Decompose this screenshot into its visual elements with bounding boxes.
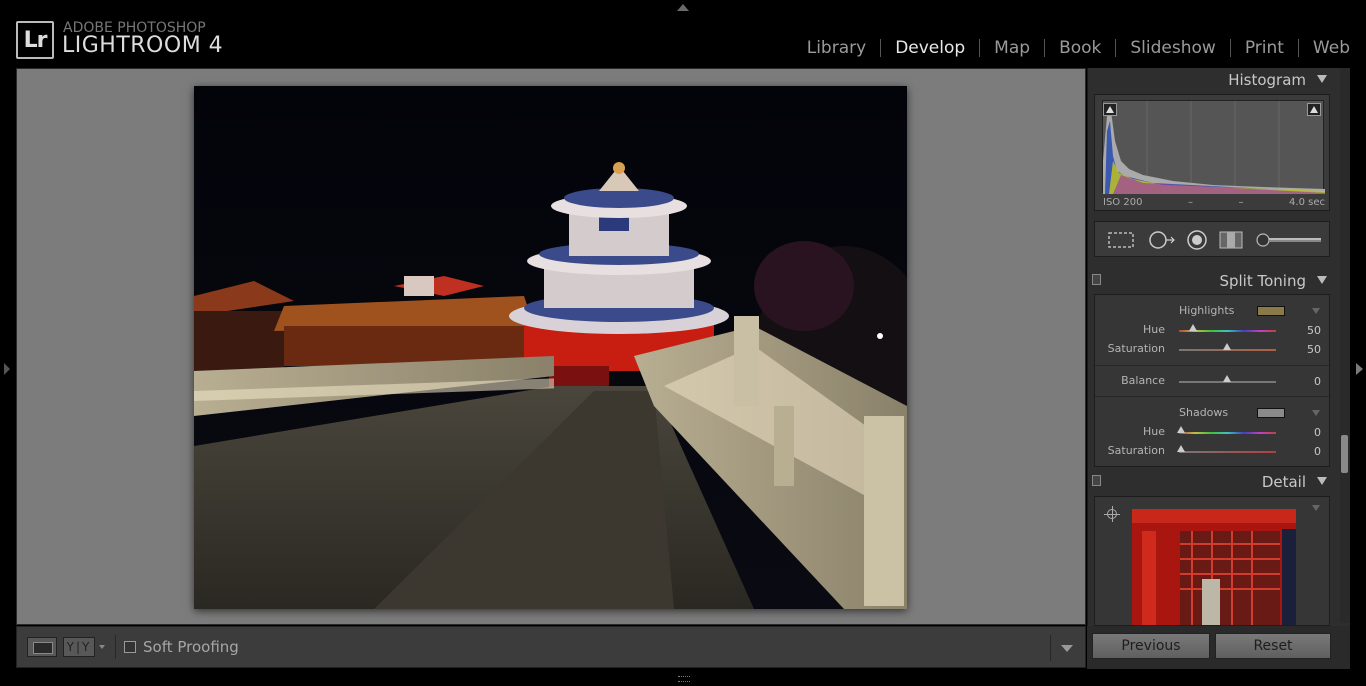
balance-slider[interactable] [1179, 375, 1276, 383]
toolbar-divider [1050, 635, 1051, 661]
histogram-chart [1103, 101, 1325, 194]
toolbar-content-dropdown-icon[interactable] [1061, 645, 1073, 652]
toolbar-divider [115, 635, 116, 659]
balance-value[interactable]: 0 [1293, 375, 1321, 388]
shadows-saturation-label: Saturation [1107, 444, 1165, 457]
aperture-value: – [1238, 197, 1244, 208]
adjustment-brush-icon[interactable] [1255, 230, 1325, 250]
detail-panel [1094, 496, 1330, 626]
histogram-panel: ISO 200 – – 4.0 sec [1094, 94, 1330, 211]
highlights-hue-label: Hue [1142, 323, 1165, 336]
iso-value: ISO 200 [1103, 197, 1143, 208]
highlights-saturation-label: Saturation [1107, 342, 1165, 355]
spot-removal-icon[interactable] [1147, 230, 1177, 250]
highlights-label: Highlights [1179, 304, 1235, 317]
scrollbar-thumb[interactable] [1341, 435, 1348, 473]
shadows-label: Shadows [1179, 406, 1229, 419]
focal-length-value: – [1187, 197, 1193, 208]
top-panel-toggle-icon[interactable] [677, 4, 689, 11]
right-panel: Histogram ISO 200 – – 4.0 sec Split Toni… [1087, 68, 1350, 669]
module-slideshow[interactable]: Slideshow [1116, 38, 1229, 58]
graduated-filter-icon[interactable] [1217, 230, 1245, 250]
panel-switch-icon[interactable] [1092, 475, 1101, 486]
module-library[interactable]: Library [793, 38, 880, 58]
slider-thumb[interactable] [1177, 426, 1185, 433]
highlights-picker-triangle-icon[interactable] [1312, 308, 1320, 314]
before-after-dropdown-icon[interactable] [99, 645, 105, 649]
collapse-triangle-icon[interactable] [1317, 477, 1327, 485]
filmstrip-toggle-icon[interactable] [678, 676, 690, 682]
highlights-hue-value[interactable]: 50 [1293, 324, 1321, 337]
detail-preview-picture [1132, 509, 1296, 625]
detail-preview-image[interactable] [1132, 509, 1296, 625]
highlights-saturation-value[interactable]: 50 [1293, 343, 1321, 356]
detail-preview-triangle-icon[interactable] [1312, 505, 1320, 511]
photo-image [194, 86, 907, 609]
collapse-triangle-icon[interactable] [1317, 276, 1327, 284]
module-develop[interactable]: Develop [881, 38, 979, 58]
module-web[interactable]: Web [1299, 38, 1350, 58]
shadows-saturation-value[interactable]: 0 [1293, 445, 1321, 458]
split-toning-panel: Highlights Hue 50 Saturation 50 Balance … [1094, 294, 1331, 467]
module-picker: Library Develop Map Book Slideshow Print… [793, 38, 1350, 58]
soft-proofing-checkbox[interactable] [124, 641, 136, 653]
left-panel-toggle-icon[interactable] [4, 363, 10, 375]
histogram-graph[interactable] [1102, 100, 1325, 194]
detail-header[interactable]: Detail [1088, 470, 1334, 494]
right-panel-scrollbar[interactable] [1340, 68, 1350, 623]
target-adjustment-icon[interactable] [1104, 506, 1120, 522]
balance-label: Balance [1121, 374, 1165, 387]
module-map[interactable]: Map [980, 38, 1044, 58]
shadows-hue-value[interactable]: 0 [1293, 426, 1321, 439]
shadows-color-swatch[interactable] [1257, 408, 1285, 418]
lightroom-logo: Lr [16, 21, 54, 59]
panel-switch-icon[interactable] [1092, 274, 1101, 285]
section-divider [1095, 365, 1331, 366]
panel-button-bar: Previous Reset [1087, 626, 1350, 669]
previous-button[interactable]: Previous [1092, 633, 1210, 659]
histogram-info: ISO 200 – – 4.0 sec [1103, 197, 1325, 208]
develop-tool-strip [1094, 221, 1330, 257]
reset-button[interactable]: Reset [1215, 633, 1331, 659]
photo-preview[interactable] [194, 86, 907, 609]
soft-proofing-label: Soft Proofing [143, 638, 239, 656]
split-toning-title: Split Toning [1219, 272, 1306, 290]
loupe-view-button[interactable] [27, 637, 57, 657]
shadow-clipping-toggle-icon[interactable] [1103, 103, 1117, 116]
slider-thumb[interactable] [1189, 324, 1197, 331]
right-panel-toggle-icon[interactable] [1356, 363, 1363, 375]
highlights-color-swatch[interactable] [1257, 306, 1285, 316]
shadows-hue-label: Hue [1142, 425, 1165, 438]
crop-overlay-icon[interactable] [1107, 230, 1135, 250]
red-eye-icon[interactable] [1185, 230, 1209, 250]
module-print[interactable]: Print [1231, 38, 1298, 58]
slider-thumb[interactable] [1223, 375, 1231, 382]
before-after-view-button[interactable]: Y|Y [63, 637, 95, 657]
shadows-hue-slider[interactable] [1177, 426, 1276, 434]
shutter-speed-value: 4.0 sec [1289, 197, 1325, 208]
highlights-saturation-slider[interactable] [1179, 343, 1276, 351]
detail-title: Detail [1261, 473, 1306, 491]
module-book[interactable]: Book [1045, 38, 1115, 58]
highlights-hue-slider[interactable] [1179, 324, 1276, 332]
highlight-clipping-toggle-icon[interactable] [1307, 103, 1321, 116]
shadows-picker-triangle-icon[interactable] [1312, 410, 1320, 416]
collapse-triangle-icon[interactable] [1317, 75, 1327, 83]
histogram-title: Histogram [1228, 71, 1306, 89]
histogram-header[interactable]: Histogram [1088, 68, 1334, 92]
toolbar: Y|Y Soft Proofing [16, 626, 1086, 668]
shadows-saturation-slider[interactable] [1177, 445, 1276, 453]
slider-thumb[interactable] [1223, 343, 1231, 350]
brand-title: LIGHTROOM 4 [62, 33, 224, 58]
section-divider [1095, 396, 1331, 397]
split-toning-header[interactable]: Split Toning [1088, 269, 1334, 293]
slider-thumb[interactable] [1177, 445, 1185, 452]
